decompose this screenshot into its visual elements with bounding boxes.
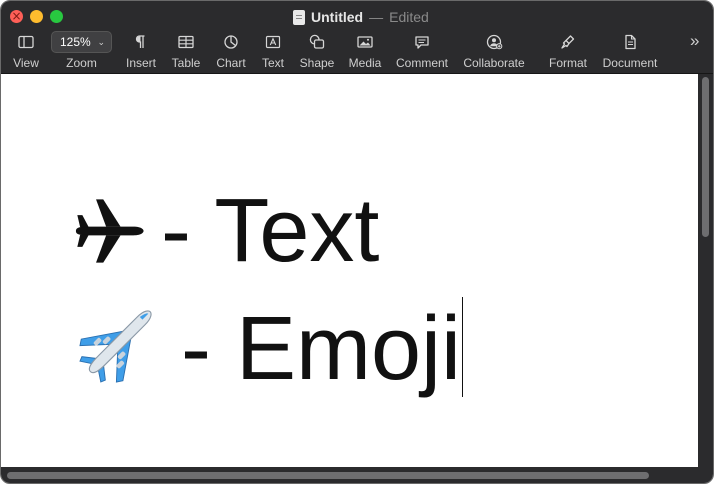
media-label: Media [348,56,382,70]
toolbar: Untitled — Edited View 125% ⌄ Zoom I [1,1,713,74]
photo-icon [357,36,373,48]
text-box-icon [265,35,281,49]
insert-label: Insert [125,56,156,70]
pilcrow-icon [135,35,145,48]
chart-label: Chart [216,56,246,70]
media-button[interactable]: Media [344,31,386,71]
airplane-text-glyph-icon [75,199,144,263]
vertical-scrollbar[interactable] [698,74,713,467]
maximize-window-button[interactable] [50,10,63,23]
text-line-2[interactable]: - Emoji [73,297,464,399]
more-toolbar-items-button[interactable]: » [690,31,699,51]
format-label: Format [548,56,587,70]
document-label: Document [602,56,658,70]
shape-icon [309,34,325,49]
document-button[interactable]: Document [601,31,659,71]
sidebar-icon [18,35,34,49]
pie-chart-icon [224,35,238,49]
collaborate-label: Collaborate [463,56,525,70]
document-status: Edited [389,9,429,25]
vertical-scroll-thumb[interactable] [702,77,709,237]
text-cursor [462,297,464,397]
line-1-text: - Text [161,181,380,281]
document-icon [625,34,636,50]
collaborate-button[interactable]: Collaborate [460,31,528,71]
comment-button[interactable]: Comment [394,31,450,71]
comment-label: Comment [395,56,448,70]
text-button[interactable]: Text [255,31,291,71]
airplane-emoji-icon [79,310,152,383]
horizontal-scroll-thumb[interactable] [7,472,649,479]
title-separator: — [369,9,384,25]
chart-button[interactable]: Chart [212,31,250,71]
table-button[interactable]: Table [167,31,205,71]
table-icon [178,35,194,49]
collaborate-icon [486,34,503,50]
document-title: Untitled [311,9,364,25]
view-label: View [13,56,39,70]
paintbrush-icon [561,35,575,49]
table-label: Table [171,56,201,70]
zoom-label: Zoom [66,56,97,70]
text-label: Text [261,56,284,70]
shape-button[interactable]: Shape [296,31,338,71]
text-line-1[interactable]: - Text [73,186,379,276]
view-button[interactable]: View [6,31,46,71]
window-title: Untitled — Edited [293,7,429,27]
speech-bubble-icon [415,36,429,49]
close-window-button[interactable] [10,8,23,24]
horizontal-scrollbar[interactable] [1,467,713,483]
insert-button[interactable]: Insert [121,31,161,71]
format-button[interactable]: Format [546,31,590,71]
zoom-label-container: Zoom [51,31,112,71]
shape-label: Shape [299,56,335,70]
line-2-text: - Emoji [181,299,462,399]
minimize-window-button[interactable] [30,10,43,23]
pages-window: Untitled — Edited View 125% ⌄ Zoom I [0,0,714,484]
document-icon [293,9,305,25]
